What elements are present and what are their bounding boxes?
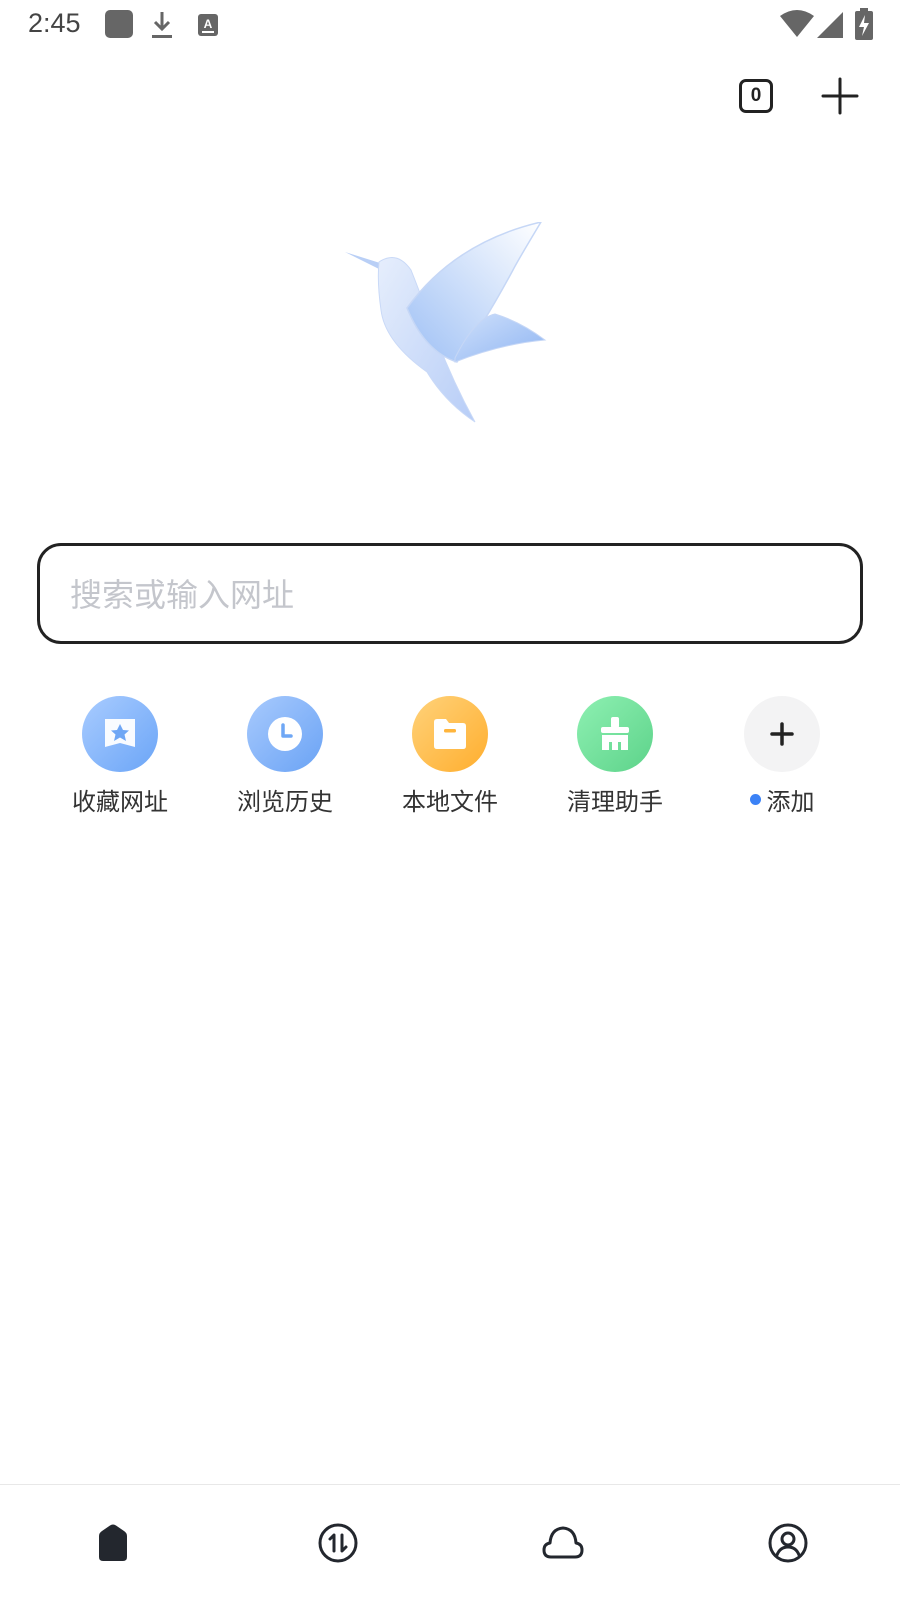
nav-cloud[interactable] (503, 1485, 623, 1601)
download-icon (152, 12, 172, 38)
transfer-icon (318, 1523, 358, 1563)
quick-link-history[interactable]: 浏览历史 (210, 696, 360, 826)
plus-icon (821, 77, 859, 115)
nav-home[interactable] (53, 1485, 173, 1601)
quick-link-local-files[interactable]: 本地文件 (375, 696, 525, 826)
search-box[interactable] (37, 543, 863, 644)
status-time: 2:45 (28, 8, 81, 38)
quick-link-cleaner[interactable]: 清理助手 (540, 696, 690, 826)
hummingbird-logo-icon (345, 222, 547, 423)
nav-transfer[interactable] (278, 1485, 398, 1601)
quick-link-label-add: 添加 (749, 782, 815, 817)
tab-counter-button[interactable]: 0 (739, 79, 773, 113)
quick-link-label: 收藏网址 (72, 788, 168, 816)
app-square-icon (105, 10, 133, 38)
folder-icon (412, 696, 488, 772)
quick-link-label: 清理助手 (567, 788, 663, 816)
battery-charging-icon (855, 8, 873, 40)
quick-link-label: 浏览历史 (237, 788, 333, 816)
home-icon (99, 1524, 127, 1561)
wifi-icon (780, 10, 814, 37)
quick-link-label: 本地文件 (402, 788, 498, 816)
svg-text:A: A (204, 17, 213, 31)
quick-link-label: 添加 (766, 788, 815, 816)
user-icon (768, 1523, 808, 1563)
quick-link-add[interactable]: 添加 (707, 696, 857, 826)
bottom-nav (0, 1484, 900, 1600)
new-tab-button[interactable] (820, 76, 860, 116)
new-badge-dot (749, 794, 761, 805)
quick-link-bookmarks[interactable]: 收藏网址 (45, 696, 195, 826)
keyboard-a-icon: A (198, 14, 218, 36)
cloud-icon (542, 1526, 584, 1559)
quick-links: 收藏网址 浏览历史 本地文件 清理助手 添加 (0, 696, 900, 826)
tab-count: 0 (750, 85, 762, 106)
search-input[interactable] (68, 546, 832, 643)
clock-icon (247, 696, 323, 772)
plus-icon (744, 696, 820, 772)
status-bar: 2:45 A (0, 0, 900, 50)
broom-icon (577, 696, 653, 772)
nav-profile[interactable] (728, 1485, 848, 1601)
bookmark-star-icon (82, 696, 158, 772)
signal-icon (817, 12, 843, 38)
